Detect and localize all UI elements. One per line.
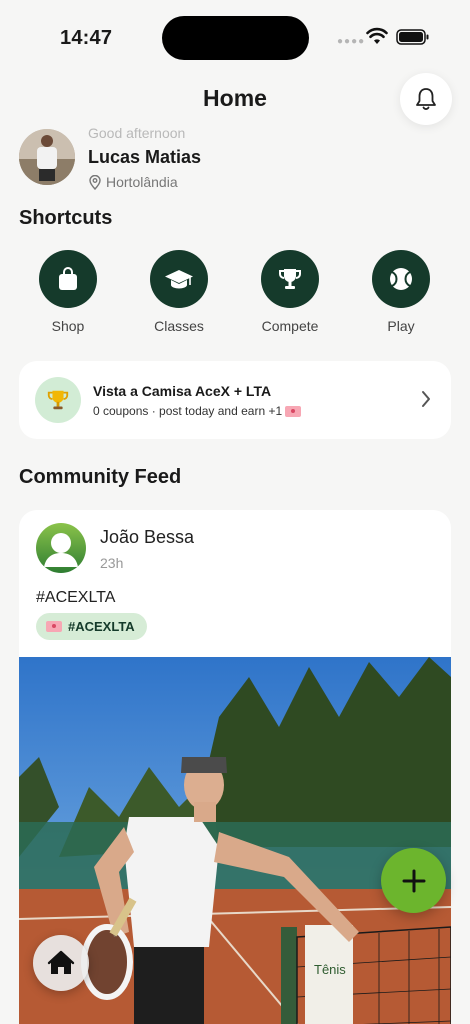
hashtag-chip[interactable]: #ACEXLTA: [36, 613, 147, 640]
graduation-cap-icon: [165, 270, 193, 289]
location-pin-icon: [89, 174, 101, 190]
ticket-icon: [285, 405, 302, 417]
cellular-signal-icon: ●●●●: [337, 36, 366, 47]
home-nav-button[interactable]: [33, 935, 89, 991]
avatar-photo: [19, 129, 75, 185]
promo-subtitle-text: 0 coupons · post today and earn +1: [93, 404, 283, 418]
banner-text: Tênis: [314, 962, 346, 977]
tennis-ball-icon: [390, 268, 412, 290]
shortcut-play[interactable]: Play: [356, 250, 446, 334]
trophy-emoji-icon: [47, 390, 69, 410]
plus-icon: [402, 869, 425, 892]
create-post-button[interactable]: [381, 848, 446, 913]
shortcut-compete-circle: [261, 250, 319, 308]
promo-trophy-badge: [35, 377, 81, 423]
user-location: Hortolândia: [89, 174, 178, 190]
location-label: Hortolândia: [106, 174, 178, 190]
status-bar: 14:47 ●●●●: [0, 0, 470, 76]
trophy-icon: [279, 269, 301, 289]
post-text: #ACEXLTA: [36, 589, 116, 606]
dynamic-island: [162, 16, 309, 60]
greeting-text: Good afternoon: [88, 125, 186, 141]
shortcut-classes-label: Classes: [154, 318, 204, 334]
bell-icon: [416, 88, 436, 110]
post-timestamp: 23h: [100, 555, 124, 571]
promo-card[interactable]: Vista a Camisa AceX + LTA 0 coupons · po…: [19, 361, 451, 439]
shortcut-compete-label: Compete: [261, 318, 319, 334]
battery-icon: [396, 29, 429, 45]
hashtag-chip-label: #ACEXLTA: [68, 619, 135, 634]
post-author-name[interactable]: João Bessa: [100, 527, 194, 548]
home-icon: [47, 950, 75, 974]
shortcut-classes[interactable]: Classes: [134, 250, 224, 334]
ticket-icon: [46, 621, 62, 632]
status-time: 14:47: [60, 27, 113, 49]
shortcut-play-circle: [372, 250, 430, 308]
shortcut-shop-label: Shop: [51, 318, 85, 334]
community-feed-title: Community Feed: [19, 466, 182, 488]
shortcuts-title: Shortcuts: [19, 207, 113, 229]
chevron-right-icon: [422, 391, 430, 407]
user-avatar[interactable]: [19, 129, 75, 185]
shortcut-classes-circle: [150, 250, 208, 308]
shortcut-shop-circle: [39, 250, 97, 308]
shortcut-play-label: Play: [387, 318, 415, 334]
shopping-bag-icon: [59, 267, 77, 290]
shortcut-shop[interactable]: Shop: [23, 250, 113, 334]
post-author-avatar[interactable]: [36, 523, 86, 573]
default-avatar-icon: [44, 533, 78, 567]
user-name: Lucas Matias: [88, 147, 202, 167]
promo-subtitle: 0 coupons · post today and earn +1: [93, 404, 302, 418]
shortcut-compete[interactable]: Compete: [245, 250, 335, 334]
wifi-icon: [366, 27, 388, 44]
notifications-button[interactable]: [400, 73, 452, 125]
promo-title: Vista a Camisa AceX + LTA: [93, 383, 272, 399]
